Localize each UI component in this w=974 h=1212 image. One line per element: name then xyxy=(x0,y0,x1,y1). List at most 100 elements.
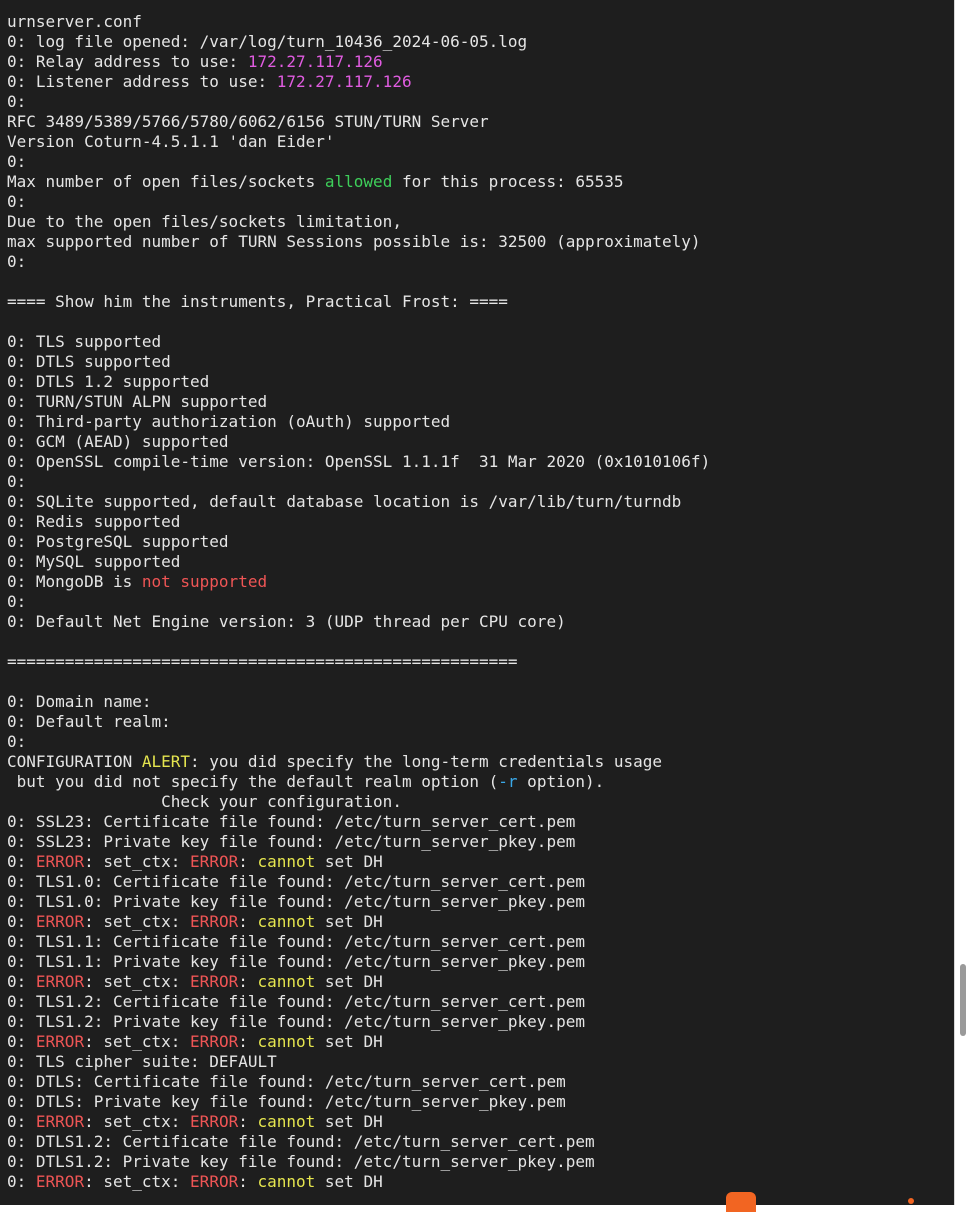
terminal-text-magenta: 172.27.117.126 xyxy=(276,72,412,91)
terminal-line: 0: DTLS: Certificate file found: /etc/tu… xyxy=(7,1072,710,1092)
terminal-text: 0: GCM (AEAD) supported xyxy=(7,432,229,451)
terminal-text: 0: DTLS supported xyxy=(7,352,171,371)
terminal-text-yellow: cannot xyxy=(257,1172,316,1191)
terminal-line: 0: TLS1.2: Private key file found: /etc/… xyxy=(7,1012,710,1032)
terminal-text: 0: xyxy=(7,152,27,171)
terminal-text-yellow: cannot xyxy=(257,972,316,991)
terminal-text: 0: xyxy=(7,972,36,991)
terminal-line: but you did not specify the default real… xyxy=(7,772,710,792)
terminal-text: 0: MySQL supported xyxy=(7,552,181,571)
terminal-text: Due to the open files/sockets limitation… xyxy=(7,212,402,231)
terminal-line: 0: xyxy=(7,592,710,612)
terminal-text-magenta: 172.27.117.126 xyxy=(247,52,383,71)
terminal-line: 0: DTLS supported xyxy=(7,352,710,372)
terminal-text-red: not supported xyxy=(141,572,268,591)
terminal-text: CONFIGURATION xyxy=(7,752,142,771)
terminal-text: : you did specify the long-term credenti… xyxy=(190,752,663,771)
terminal-text-cyan: -r xyxy=(498,772,518,791)
terminal-text: Check your configuration. xyxy=(7,792,402,811)
terminal-text: set DH xyxy=(315,912,383,931)
terminal-line: 0: OpenSSL compile-time version: OpenSSL… xyxy=(7,452,710,472)
terminal-text-yellow: cannot xyxy=(257,1032,316,1051)
terminal-text: : xyxy=(238,1112,258,1131)
terminal-line: urnserver.conf xyxy=(7,12,710,32)
terminal-text: 0: xyxy=(7,732,27,751)
terminal-text: : xyxy=(238,852,258,871)
terminal-text: : set_ctx: xyxy=(84,1172,191,1191)
terminal-line: 0: SSL23: Private key file found: /etc/t… xyxy=(7,832,710,852)
terminal-text: option). xyxy=(517,772,605,791)
terminal-line: Version Coturn-4.5.1.1 'dan Eider' xyxy=(7,132,710,152)
terminal-text: ========================================… xyxy=(7,652,518,671)
terminal-line: 0: Listener address to use: 172.27.117.1… xyxy=(7,72,710,92)
terminal-text: 0: DTLS1.2: Private key file found: /etc… xyxy=(7,1152,595,1171)
terminal-text: 0: TLS1.0: Private key file found: /etc/… xyxy=(7,892,585,911)
terminal-text: 0: TLS1.0: Certificate file found: /etc/… xyxy=(7,872,585,891)
terminal-text: ==== Show him the instruments, Practical… xyxy=(7,292,508,311)
terminal-text-red: ERROR xyxy=(35,1032,85,1051)
terminal-text: 0: OpenSSL compile-time version: OpenSSL… xyxy=(7,452,711,471)
terminal-text-red: ERROR xyxy=(35,912,85,931)
terminal-text-red: ERROR xyxy=(190,972,239,991)
terminal-line: 0: ERROR: set_ctx: ERROR: cannot set DH xyxy=(7,1172,710,1192)
terminal-text: 0: xyxy=(7,852,36,871)
terminal-text: 0: Default realm: xyxy=(7,712,171,731)
terminal-text: 0: xyxy=(7,1172,36,1191)
terminal-text-red: ERROR xyxy=(190,1032,239,1051)
terminal-text: : set_ctx: xyxy=(84,1112,191,1131)
terminal-text: max supported number of TURN Sessions po… xyxy=(7,232,701,251)
terminal-line: 0: GCM (AEAD) supported xyxy=(7,432,710,452)
terminal-text: 0: SSL23: Certificate file found: /etc/t… xyxy=(7,812,576,831)
terminal-line: 0: log file opened: /var/log/turn_10436_… xyxy=(7,32,710,52)
terminal-text: 0: TLS1.1: Private key file found: /etc/… xyxy=(7,952,585,971)
terminal-line: Max number of open files/sockets allowed… xyxy=(7,172,710,192)
terminal-line: 0: TLS1.1: Certificate file found: /etc/… xyxy=(7,932,710,952)
terminal-text-yellow: cannot xyxy=(257,912,316,931)
terminal-line: 0: SSL23: Certificate file found: /etc/t… xyxy=(7,812,710,832)
terminal-text: set DH xyxy=(315,852,383,871)
terminal-line: 0: Redis supported xyxy=(7,512,710,532)
terminal-text: : set_ctx: xyxy=(84,972,191,991)
terminal-line: 0: PostgreSQL supported xyxy=(7,532,710,552)
terminal-line: ========================================… xyxy=(7,652,710,672)
terminal-text-green: allowed xyxy=(324,172,393,191)
terminal-line: 0: TLS supported xyxy=(7,332,710,352)
terminal-text: set DH xyxy=(315,1032,383,1051)
terminal-text: but you did not specify the default real… xyxy=(7,772,499,791)
terminal-text-red: ERROR xyxy=(190,912,239,931)
terminal-window[interactable]: urnserver.conf 0: log file opened: /var/l… xyxy=(0,0,954,1205)
terminal-line: 0: Third-party authorization (oAuth) sup… xyxy=(7,412,710,432)
terminal-text-red: ERROR xyxy=(35,1112,85,1131)
watermark-dot-icon xyxy=(908,1198,914,1204)
terminal-text: 0: TLS supported xyxy=(7,332,162,351)
terminal-text: 0: xyxy=(7,912,36,931)
terminal-line: 0: TLS1.0: Certificate file found: /etc/… xyxy=(7,872,710,892)
terminal-text-red: ERROR xyxy=(35,1172,85,1191)
terminal-text: 0: xyxy=(7,252,27,271)
terminal-line: 0: Default Net Engine version: 3 (UDP th… xyxy=(7,612,710,632)
terminal-line: 0: SQLite supported, default database lo… xyxy=(7,492,710,512)
terminal-text-red: ERROR xyxy=(190,852,239,871)
terminal-line: 0: xyxy=(7,732,710,752)
terminal-text: : set_ctx: xyxy=(84,1032,191,1051)
terminal-text: : xyxy=(238,1172,258,1191)
scrollbar-thumb[interactable] xyxy=(960,964,966,1036)
terminal-text: : set_ctx: xyxy=(84,912,191,931)
terminal-text-yellow: cannot xyxy=(257,852,316,871)
terminal-text: : set_ctx: xyxy=(84,852,191,871)
terminal-line: RFC 3489/5389/5766/5780/6062/6156 STUN/T… xyxy=(7,112,710,132)
terminal-text-red: ERROR xyxy=(35,852,85,871)
terminal-line: ==== Show him the instruments, Practical… xyxy=(7,292,710,312)
terminal-line: max supported number of TURN Sessions po… xyxy=(7,232,710,252)
terminal-line: 0: xyxy=(7,252,710,272)
terminal-text: 0: TLS1.2: Certificate file found: /etc/… xyxy=(7,992,585,1011)
watermark-logo-icon xyxy=(726,1192,756,1212)
terminal-text: 0: xyxy=(7,1112,36,1131)
terminal-text-yellow: ALERT xyxy=(141,752,191,771)
terminal-text: Version Coturn-4.5.1.1 'dan Eider' xyxy=(7,132,335,151)
terminal-text: : xyxy=(238,1032,258,1051)
terminal-line: 0: TLS1.0: Private key file found: /etc/… xyxy=(7,892,710,912)
terminal-text: 0: Third-party authorization (oAuth) sup… xyxy=(7,412,451,431)
